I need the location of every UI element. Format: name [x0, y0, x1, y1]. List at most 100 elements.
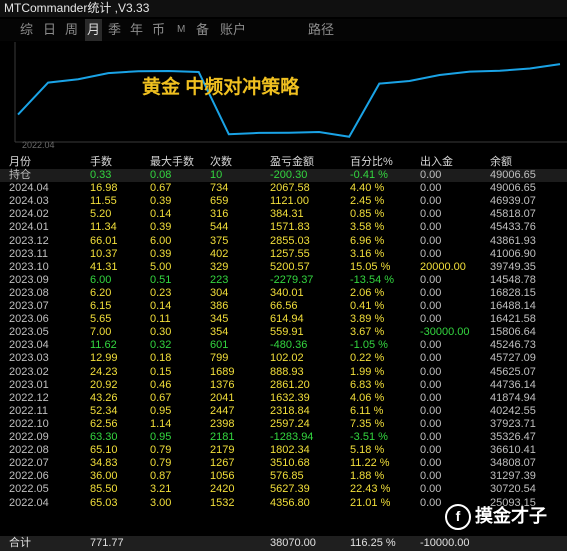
table-row[interactable]: 2023.12 66.01 6.00 375 2855.03 6.96 % 0.00 4386…	[0, 235, 567, 248]
tab-path[interactable]: 路径	[308, 19, 334, 41]
table-row[interactable]: 2023.01 20.92 0.46 1376 2861.20 6.83 % 0.00 447…	[0, 379, 567, 392]
cell-percent: -13.54 %	[350, 273, 395, 286]
header-max-lots[interactable]: 最大手数	[150, 156, 194, 169]
table-row[interactable]: 2024.02 5.20 0.14 316 384.31 0.85 % 0.00 45818.…	[0, 208, 567, 221]
cell-percent: 0.85 %	[350, 208, 385, 221]
cell-max-lots: 0.18	[150, 352, 172, 365]
cell-count: 223	[210, 273, 229, 286]
header-flow[interactable]: 出入金	[420, 156, 453, 169]
tab-day[interactable]: 日	[43, 19, 56, 41]
tab-notes[interactable]: 备	[196, 19, 209, 41]
table-row[interactable]: 2023.11 10.37 0.39 402 1257.55 3.16 % 0.00 4100…	[0, 248, 567, 261]
tab-year[interactable]: 年	[130, 19, 143, 41]
cell-max-lots: 0.95	[150, 404, 172, 417]
table-row[interactable]: 2023.09 6.00 0.51 223 -2279.37 -13.54 % 0.00 14…	[0, 274, 567, 287]
cell-pnl: 102.02	[270, 352, 304, 365]
table-row[interactable]: 2024.03 11.55 0.39 659 1121.00 2.45 % 0.00 4693…	[0, 195, 567, 208]
header-month[interactable]: 月份	[9, 156, 31, 169]
table-row[interactable]: 2022.10 62.56 1.14 2398 2597.24 7.35 % 0.00 379…	[0, 418, 567, 431]
tab-overview[interactable]: 综	[20, 19, 33, 41]
table-row[interactable]: 2022.11 52.34 0.95 2447 2318.84 6.11 % 0.00 402…	[0, 405, 567, 418]
cell-lots: 34.83	[90, 457, 118, 470]
cell-balance: 35326.47	[490, 431, 536, 443]
table-row[interactable]: 2023.06 5.65 0.11 345 614.94 3.89 % 0.00 16421.…	[0, 313, 567, 326]
cell-percent: 3.16 %	[350, 247, 385, 260]
cell-balance: 37923.71	[490, 417, 536, 430]
table-row[interactable]: 2022.09 63.30 0.95 2181 -1283.94 -3.51 % 0.00 3…	[0, 431, 567, 444]
chart-start-date: 2022.04	[22, 140, 55, 150]
cell-max-lots: 0.79	[150, 444, 172, 457]
cell-lots: 65.10	[90, 444, 118, 457]
cell-flow: 0.00	[420, 221, 442, 234]
totals-row: 合计 771.77 38070.00 116.25 % -10000.00	[0, 536, 567, 551]
cell-max-lots: 0.23	[150, 286, 172, 299]
cell-pnl: 3510.68	[270, 457, 310, 470]
tab-week[interactable]: 周	[65, 19, 78, 41]
table-row[interactable]: 2022.12 43.26 0.67 2041 1632.39 4.06 % 0.00 418…	[0, 392, 567, 405]
table-row[interactable]: 2023.10 41.31 5.00 329 5200.57 15.05 % 20000.0…	[0, 261, 567, 274]
watermark-logo-icon: f	[445, 504, 471, 531]
cell-pnl: 614.94	[270, 313, 304, 326]
cell-balance: 31297.39	[490, 470, 536, 483]
cell-flow: 20000.00	[420, 260, 466, 273]
cell-balance: 34808.07	[490, 457, 536, 470]
cell-pnl: 1121.00	[270, 195, 309, 208]
tab-account[interactable]: 账户	[220, 19, 246, 41]
cell-lots: 11.34	[90, 221, 117, 234]
header-count[interactable]: 次数	[210, 156, 232, 169]
table-row[interactable]: 2022.08 65.10 0.79 2179 1802.34 5.18 % 0.00 366…	[0, 444, 567, 457]
tab-month[interactable]: 月	[85, 19, 103, 41]
cell-pnl: 1802.34	[270, 444, 310, 457]
table-row[interactable]: 2022.07 34.83 0.79 1267 3510.68 11.22 % 0.00 34…	[0, 457, 567, 470]
cell-count: 799	[210, 352, 229, 365]
cell-month: 2023.06	[9, 313, 49, 326]
header-balance[interactable]: 余额	[490, 156, 512, 169]
header-percent[interactable]: 百分比%	[350, 156, 393, 169]
cell-month: 2022.12	[9, 391, 49, 404]
cell-count: 601	[210, 339, 229, 352]
cell-month: 2024.02	[9, 208, 49, 221]
holding-row[interactable]: 持仓 0.33 0.08 10 -200.30 -0.41 % 0.00 49006.65	[0, 169, 567, 182]
cell-count: 1376	[210, 378, 235, 391]
cell-pnl: -1283.94	[270, 431, 314, 443]
cell-month: 2023.11	[9, 247, 48, 260]
cell-count: 386	[210, 300, 229, 312]
cell-percent: 6.83 %	[350, 378, 385, 391]
cell-count: 316	[210, 208, 229, 221]
cell-month: 2023.08	[9, 286, 49, 299]
tab-quarter[interactable]: 季	[108, 19, 121, 41]
cell-count: 10	[210, 169, 223, 181]
table-row[interactable]: 2024.01 11.34 0.39 544 1571.83 3.58 % 0.00 4543…	[0, 221, 567, 234]
cell-flow: 0.00	[420, 300, 442, 312]
table-row[interactable]: 2023.07 6.15 0.14 386 66.56 0.41 % 0.00 16488.1…	[0, 300, 567, 313]
table-row[interactable]: 2024.04 16.98 0.67 734 2067.58 4.40 % 0.00 4900…	[0, 182, 567, 195]
cell-count: 345	[210, 313, 229, 326]
table-row[interactable]: 2022.06 36.00 0.87 1056 576.85 1.88 % 0.00 3129…	[0, 470, 567, 483]
cell-percent: -0.41 %	[350, 169, 388, 181]
cell-lots: 24.23	[90, 365, 118, 378]
cell-pnl: 5200.57	[270, 260, 310, 273]
cell-percent: 1.99 %	[350, 365, 385, 378]
tab-m[interactable]: M	[177, 19, 185, 41]
cell-pnl: 1632.39	[270, 391, 310, 404]
cell-month: 2022.05	[9, 483, 49, 496]
header-pnl[interactable]: 盈亏金额	[270, 156, 314, 169]
table-row[interactable]: 2022.05 85.50 3.21 2420 5627.39 22.43 % 0.00 30…	[0, 483, 567, 496]
window-title: MTCommander统计 ,V3.33	[4, 1, 150, 15]
tab-currency[interactable]: 币	[152, 19, 165, 41]
cell-month: 2022.06	[9, 470, 49, 483]
cell-percent: 15.05 %	[350, 260, 391, 273]
table-row[interactable]: 2023.02 24.23 0.15 1689 888.93 1.99 % 0.00 4562…	[0, 366, 567, 379]
table-row[interactable]: 2023.04 11.62 0.32 601 -480.36 -1.05 % 0.00 452…	[0, 339, 567, 352]
cell-max-lots: 0.46	[150, 378, 172, 391]
cell-lots: 20.92	[90, 378, 118, 391]
cell-count: 1267	[210, 457, 235, 470]
table-row[interactable]: 2023.05 7.00 0.30 354 559.91 3.67 % -30000.00 1…	[0, 326, 567, 339]
cell-percent: 0.22 %	[350, 352, 385, 365]
table-row[interactable]: 2023.03 12.99 0.18 799 102.02 0.22 % 0.00 45727…	[0, 352, 567, 365]
cell-percent: 5.18 %	[350, 444, 385, 457]
header-lots[interactable]: 手数	[90, 156, 112, 169]
cell-balance: 41006.90	[490, 247, 536, 260]
cell-flow: 0.00	[420, 378, 442, 391]
table-row[interactable]: 2023.08 6.20 0.23 304 340.01 2.06 % 0.00 16828.…	[0, 287, 567, 300]
